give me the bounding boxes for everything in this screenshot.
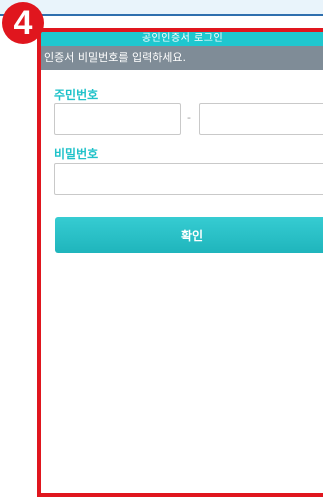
highlight-frame: 공인인증서 로그인 인증서 비밀번호를 입력하세요. 주민번호 - 비밀번호 확…	[37, 28, 323, 497]
rrn-first-input[interactable]	[54, 103, 181, 135]
password-label: 비밀번호	[54, 147, 99, 161]
dialog-subtitle: 인증서 비밀번호를 입력하세요.	[41, 46, 323, 70]
dialog-title-bar: 공인인증서 로그인	[41, 32, 323, 46]
rrn-second-input[interactable]	[199, 103, 323, 135]
top-strip-bar	[0, 0, 323, 16]
rrn-separator: -	[187, 111, 191, 124]
step-number-marker: 4	[2, 2, 44, 44]
top-strip	[0, 0, 323, 16]
password-input[interactable]	[54, 163, 323, 195]
confirm-button[interactable]: 확인	[55, 217, 323, 253]
rrn-label: 주민번호	[54, 88, 99, 102]
